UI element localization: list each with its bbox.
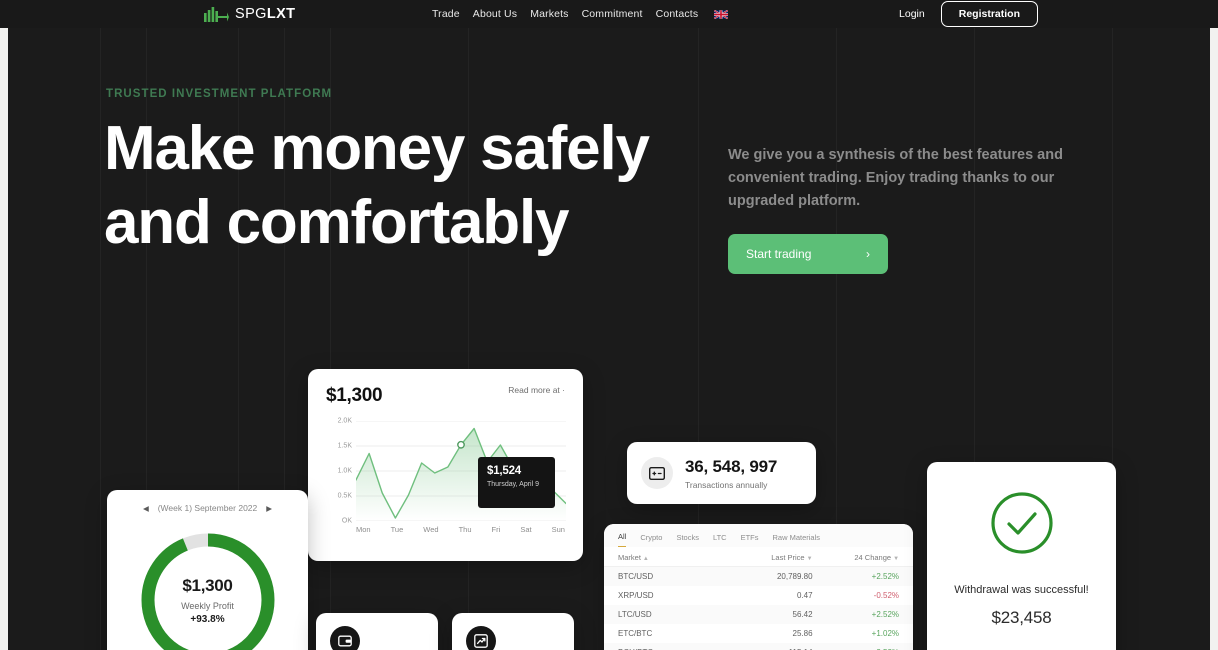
x-tick-label: Thu	[458, 525, 472, 534]
tooltip-value: $1,524	[487, 465, 521, 477]
x-tick-label: Sun	[551, 525, 565, 534]
sort-desc-icon: ▼	[893, 556, 900, 562]
nav-link-commitment[interactable]: Commitment	[582, 8, 643, 20]
market-change: +1.02%	[871, 629, 900, 638]
logo-text: SPGLXT	[235, 6, 296, 22]
market-table-header: Market ▲ Last Price ▼ 24 Change ▼	[604, 547, 913, 567]
landing-page: SPGLXT Trade About Us Markets Commitment…	[0, 0, 1218, 650]
market-pair: LTC/USD	[618, 610, 652, 619]
market-change: +2.52%	[871, 610, 900, 619]
read-more-link[interactable]: Read more at ·	[508, 385, 565, 395]
y-tick-label: 1.5K	[337, 442, 352, 450]
donut-percent: +93.8%	[190, 613, 225, 625]
market-tabs: All Crypto Stocks LTC ETFs Raw Materials	[604, 524, 913, 547]
login-link[interactable]: Login	[899, 8, 925, 20]
column-header-24-change[interactable]: 24 Change ▼	[813, 553, 899, 562]
chart-y-axis: 2.0K 1.5K 1.0K 0.5K OK	[326, 417, 352, 525]
market-table-card: All Crypto Stocks LTC ETFs Raw Materials…	[604, 524, 913, 650]
y-tick-label: 2.0K	[337, 417, 352, 425]
chart-amount: $1,300	[326, 385, 383, 406]
table-row[interactable]: ETC/BTC 25.86 +1.02%	[604, 624, 913, 643]
market-price: 20,789.80	[776, 572, 813, 581]
bar-chart-arrow-icon	[204, 7, 229, 22]
wallet-icon	[330, 626, 360, 650]
hero-description: We give you a synthesis of the best feat…	[728, 147, 1063, 209]
tooltip-date: Thursday, April 9	[487, 481, 540, 488]
profit-donut-chart: $1,300 Weekly Profit +93.8%	[133, 525, 283, 650]
x-tick-label: Wed	[423, 525, 439, 534]
chart-plot-area: 2.0K 1.5K 1.0K 0.5K OK Mon Tue Wed Thu F…	[326, 417, 566, 541]
market-change: -0.52%	[873, 591, 900, 600]
nav-link-trade[interactable]: Trade	[432, 8, 460, 20]
table-row[interactable]: BCH/BTC 115.14 +2.52%	[604, 643, 913, 650]
hero-headline: Make money safely and comfortably	[104, 114, 650, 257]
column-header-last-price[interactable]: Last Price ▼	[717, 553, 812, 562]
transactions-text: 36, 548, 997 Transactions annually	[685, 457, 777, 490]
transactions-number: 36, 548, 997	[685, 456, 778, 476]
nav-links: Trade About Us Markets Commitment Contac…	[432, 8, 729, 20]
weekly-profit-card: ◀ (Week 1) September 2022 ▶ $1,300 Weekl…	[107, 490, 308, 650]
x-tick-label: Sat	[520, 525, 532, 534]
withdrawal-success-card: Withdrawal was successful! $23,458	[927, 462, 1116, 650]
market-tab-ltc[interactable]: LTC	[713, 533, 727, 547]
market-tab-raw-materials[interactable]: Raw Materials	[773, 533, 821, 547]
market-tab-stocks[interactable]: Stocks	[676, 533, 699, 547]
market-price: 0.47	[796, 591, 813, 600]
chart-tooltip: $1,524 Thursday, April 9	[478, 457, 555, 508]
withdrawal-amount: $23,458	[991, 608, 1052, 627]
nav-link-about-us[interactable]: About Us	[473, 8, 517, 20]
nav-link-markets[interactable]: Markets	[530, 8, 568, 20]
table-row[interactable]: BTC/USD 20,789.80 +2.52%	[604, 567, 913, 586]
market-pair: BTC/USD	[618, 572, 654, 581]
y-tick-label: OK	[341, 517, 352, 525]
market-price: 56.42	[792, 610, 813, 619]
donut-center-labels: $1,300 Weekly Profit +93.8%	[133, 525, 283, 650]
earnings-chart-card: $1,300 Read more at · 2.0K 1.5K 1.0K 0.5…	[308, 369, 583, 561]
chart-card-header: $1,300 Read more at ·	[326, 385, 565, 407]
chart-x-axis: Mon Tue Wed Thu Fri Sat Sun	[356, 525, 565, 534]
table-row[interactable]: LTC/USD 56.42 +2.52%	[604, 605, 913, 624]
start-trading-label: Start trading	[746, 247, 812, 261]
donut-amount: $1,300	[182, 575, 233, 595]
site-logo[interactable]: SPGLXT	[203, 5, 295, 23]
hero-eyebrow: TRUSTED INVESTMENT PLATFORM	[106, 88, 333, 100]
market-pair: ETC/BTC	[618, 629, 653, 638]
table-row[interactable]: XRP/USD 0.47 -0.52%	[604, 586, 913, 605]
registration-button[interactable]: Registration	[940, 1, 1038, 27]
nav-actions: Login Registration	[899, 1, 1038, 27]
chevron-right-icon[interactable]: ▶	[266, 504, 272, 513]
hero-section: TRUSTED INVESTMENT PLATFORM Make money s…	[8, 28, 1210, 650]
x-tick-label: Mon	[356, 525, 371, 534]
chevron-right-icon: ›	[866, 247, 870, 261]
y-tick-label: 0.5K	[337, 492, 352, 500]
market-tab-crypto[interactable]: Crypto	[640, 533, 662, 547]
market-change: +2.52%	[871, 572, 900, 581]
transactions-card: 36, 548, 997 Transactions annually	[627, 442, 816, 504]
x-tick-label: Fri	[491, 525, 501, 534]
nav-link-contacts[interactable]: Contacts	[656, 8, 699, 20]
week-label: (Week 1) September 2022	[157, 503, 258, 513]
donut-caption: Weekly Profit	[181, 600, 234, 611]
chart-up-icon	[466, 626, 496, 650]
feature-card-balance-purse[interactable]: Balance purse ›	[316, 613, 438, 650]
feature-card-analytics[interactable]: Analytics ›	[452, 613, 574, 650]
transactions-caption: Transactions annually	[685, 479, 768, 490]
start-trading-button[interactable]: Start trading ›	[728, 234, 888, 274]
transaction-card-icon	[641, 457, 673, 489]
market-pair: XRP/USD	[618, 591, 654, 600]
x-tick-label: Tue	[390, 525, 404, 534]
column-header-market[interactable]: Market ▲	[618, 553, 717, 562]
market-tab-etfs[interactable]: ETFs	[741, 533, 759, 547]
chevron-left-icon[interactable]: ◀	[143, 504, 149, 513]
sort-asc-icon: ▲	[642, 556, 649, 562]
withdrawal-message: Withdrawal was successful!	[954, 584, 1089, 596]
background-gridline	[100, 28, 101, 650]
top-navbar: SPGLXT Trade About Us Markets Commitment…	[0, 0, 1218, 28]
uk-flag-icon[interactable]	[714, 9, 729, 19]
week-selector: ◀ (Week 1) September 2022 ▶	[107, 503, 308, 513]
market-price: 25.86	[792, 629, 813, 638]
market-tab-all[interactable]: All	[618, 532, 627, 547]
check-circle-icon	[990, 492, 1053, 554]
y-tick-label: 1.0K	[337, 467, 352, 475]
